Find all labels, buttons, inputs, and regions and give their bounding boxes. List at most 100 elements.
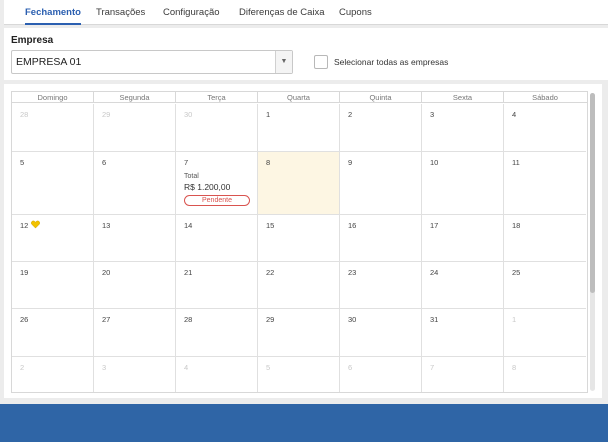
empresa-select[interactable]: EMPRESA 01 ▼ bbox=[11, 50, 293, 74]
caret-down-icon[interactable]: ▼ bbox=[275, 51, 292, 73]
tab-transacoes[interactable]: Transações bbox=[96, 0, 145, 25]
select-all-checkbox[interactable] bbox=[314, 55, 328, 69]
calendar-day[interactable]: 3 bbox=[94, 357, 176, 392]
calendar-day[interactable]: 18 bbox=[504, 215, 586, 262]
day-number: 29 bbox=[102, 110, 111, 119]
day-number: 19 bbox=[20, 268, 29, 277]
company-filter-panel: Empresa EMPRESA 01 ▼ Selecionar todas as… bbox=[4, 28, 608, 80]
day-number: 3 bbox=[102, 363, 107, 372]
calendar-day[interactable]: 4 bbox=[504, 104, 586, 152]
weekday-header-cell: Domingo bbox=[12, 92, 94, 103]
day-number: 27 bbox=[102, 315, 111, 324]
select-all-label[interactable]: Selecionar todas as empresas bbox=[334, 57, 448, 67]
day-number: 6 bbox=[102, 158, 107, 167]
calendar-day[interactable]: 24 bbox=[422, 262, 504, 309]
day-number: 15 bbox=[266, 221, 275, 230]
day-number: 7 bbox=[430, 363, 435, 372]
day-number: 13 bbox=[102, 221, 111, 230]
day-number: 8 bbox=[266, 158, 271, 167]
day-number: 3 bbox=[430, 110, 435, 119]
day-number: 21 bbox=[184, 268, 193, 277]
day-number: 9 bbox=[348, 158, 353, 167]
calendar-day[interactable]: 5 bbox=[258, 357, 340, 392]
day-number: 20 bbox=[102, 268, 111, 277]
calendar-day[interactable]: 15 bbox=[258, 215, 340, 262]
calendar-day-today[interactable]: 8 bbox=[258, 152, 340, 215]
calendar-day[interactable]: 5 bbox=[12, 152, 94, 215]
calendar-day[interactable]: 2 bbox=[12, 357, 94, 392]
calendar-day[interactable]: 7 Total R$ 1.200,00 Pendente bbox=[176, 152, 258, 215]
calendar-day[interactable]: 6 bbox=[340, 357, 422, 392]
calendar-day[interactable]: 26 bbox=[12, 309, 94, 357]
calendar-day[interactable]: 19 bbox=[12, 262, 94, 309]
calendar-panel: Domingo Segunda Terça Quarta Quinta Sexta Sába… bbox=[4, 84, 602, 398]
day-number: 1 bbox=[512, 315, 517, 324]
calendar-day[interactable]: 8 bbox=[504, 357, 586, 392]
calendar-day[interactable]: 10 bbox=[422, 152, 504, 215]
calendar-day[interactable]: 3 bbox=[422, 104, 504, 152]
day-number: 12 bbox=[20, 221, 29, 230]
calendar-day[interactable]: 20 bbox=[94, 262, 176, 309]
calendar-day[interactable]: 22 bbox=[258, 262, 340, 309]
day-number: 7 bbox=[184, 158, 189, 167]
calendar-day[interactable]: 14 bbox=[176, 215, 258, 262]
day-number: 31 bbox=[430, 315, 439, 324]
event-amount: R$ 1.200,00 bbox=[184, 182, 231, 192]
day-number: 24 bbox=[430, 268, 439, 277]
event-total-label: Total bbox=[184, 173, 199, 180]
calendar-day[interactable]: 30 bbox=[176, 104, 258, 152]
calendar-day[interactable]: 21 bbox=[176, 262, 258, 309]
calendar-day[interactable]: 1 bbox=[258, 104, 340, 152]
calendar-day[interactable]: 16 bbox=[340, 215, 422, 262]
calendar-scrollbar[interactable] bbox=[590, 93, 595, 391]
calendar-day[interactable]: 2 bbox=[340, 104, 422, 152]
weekday-header-cell: Terça bbox=[176, 92, 258, 103]
day-number: 30 bbox=[184, 110, 193, 119]
calendar-day[interactable]: 7 bbox=[422, 357, 504, 392]
calendar-day[interactable]: 30 bbox=[340, 309, 422, 357]
day-number: 5 bbox=[266, 363, 271, 372]
calendar-day[interactable]: 11 bbox=[504, 152, 586, 215]
day-number: 29 bbox=[266, 315, 275, 324]
tab-fechamento[interactable]: Fechamento bbox=[25, 0, 81, 25]
calendar-day[interactable]: 29 bbox=[258, 309, 340, 357]
calendar-day[interactable]: 27 bbox=[94, 309, 176, 357]
weekday-header-cell: Quarta bbox=[258, 92, 340, 103]
calendar-day[interactable]: 12 bbox=[12, 215, 94, 262]
empresa-select-value: EMPRESA 01 bbox=[16, 56, 82, 68]
calendar-day[interactable]: 13 bbox=[94, 215, 176, 262]
calendar-day[interactable]: 25 bbox=[504, 262, 586, 309]
tab-bar: Fechamento Transações Configuração Difer… bbox=[4, 0, 608, 25]
day-number: 18 bbox=[512, 221, 521, 230]
tab-configuracao[interactable]: Configuração bbox=[163, 0, 220, 25]
day-number: 5 bbox=[20, 158, 25, 167]
calendar-day[interactable]: 31 bbox=[422, 309, 504, 357]
weekday-header-cell: Segunda bbox=[94, 92, 176, 103]
day-number: 4 bbox=[512, 110, 517, 119]
calendar-day[interactable]: 4 bbox=[176, 357, 258, 392]
day-number: 10 bbox=[430, 158, 439, 167]
calendar-day[interactable]: 1 bbox=[504, 309, 586, 357]
day-number: 23 bbox=[348, 268, 357, 277]
tab-cupons[interactable]: Cupons bbox=[339, 0, 372, 25]
weekday-header-cell: Sábado bbox=[532, 93, 558, 102]
weekday-header-cell: Quinta bbox=[340, 92, 422, 103]
calendar-day[interactable]: 23 bbox=[340, 262, 422, 309]
month-calendar: Domingo Segunda Terça Quarta Quinta Sexta Sába… bbox=[11, 91, 588, 393]
calendar-day[interactable]: 6 bbox=[94, 152, 176, 215]
calendar-day[interactable]: 17 bbox=[422, 215, 504, 262]
day-number: 14 bbox=[184, 221, 193, 230]
weekday-header: Domingo Segunda Terça Quarta Quinta Sexta Sába… bbox=[12, 92, 587, 103]
scrollbar-thumb[interactable] bbox=[590, 93, 595, 293]
tab-diferencas-de-caixa[interactable]: Diferenças de Caixa bbox=[239, 0, 325, 25]
footer-bar bbox=[0, 404, 608, 442]
calendar-day[interactable]: 29 bbox=[94, 104, 176, 152]
day-number: 2 bbox=[20, 363, 25, 372]
calendar-day[interactable]: 28 bbox=[12, 104, 94, 152]
status-badge-pendente[interactable]: Pendente bbox=[184, 195, 250, 206]
calendar-day[interactable]: 28 bbox=[176, 309, 258, 357]
day-number: 28 bbox=[20, 110, 29, 119]
day-number: 25 bbox=[512, 268, 521, 277]
calendar-day[interactable]: 9 bbox=[340, 152, 422, 215]
day-number: 4 bbox=[184, 363, 189, 372]
